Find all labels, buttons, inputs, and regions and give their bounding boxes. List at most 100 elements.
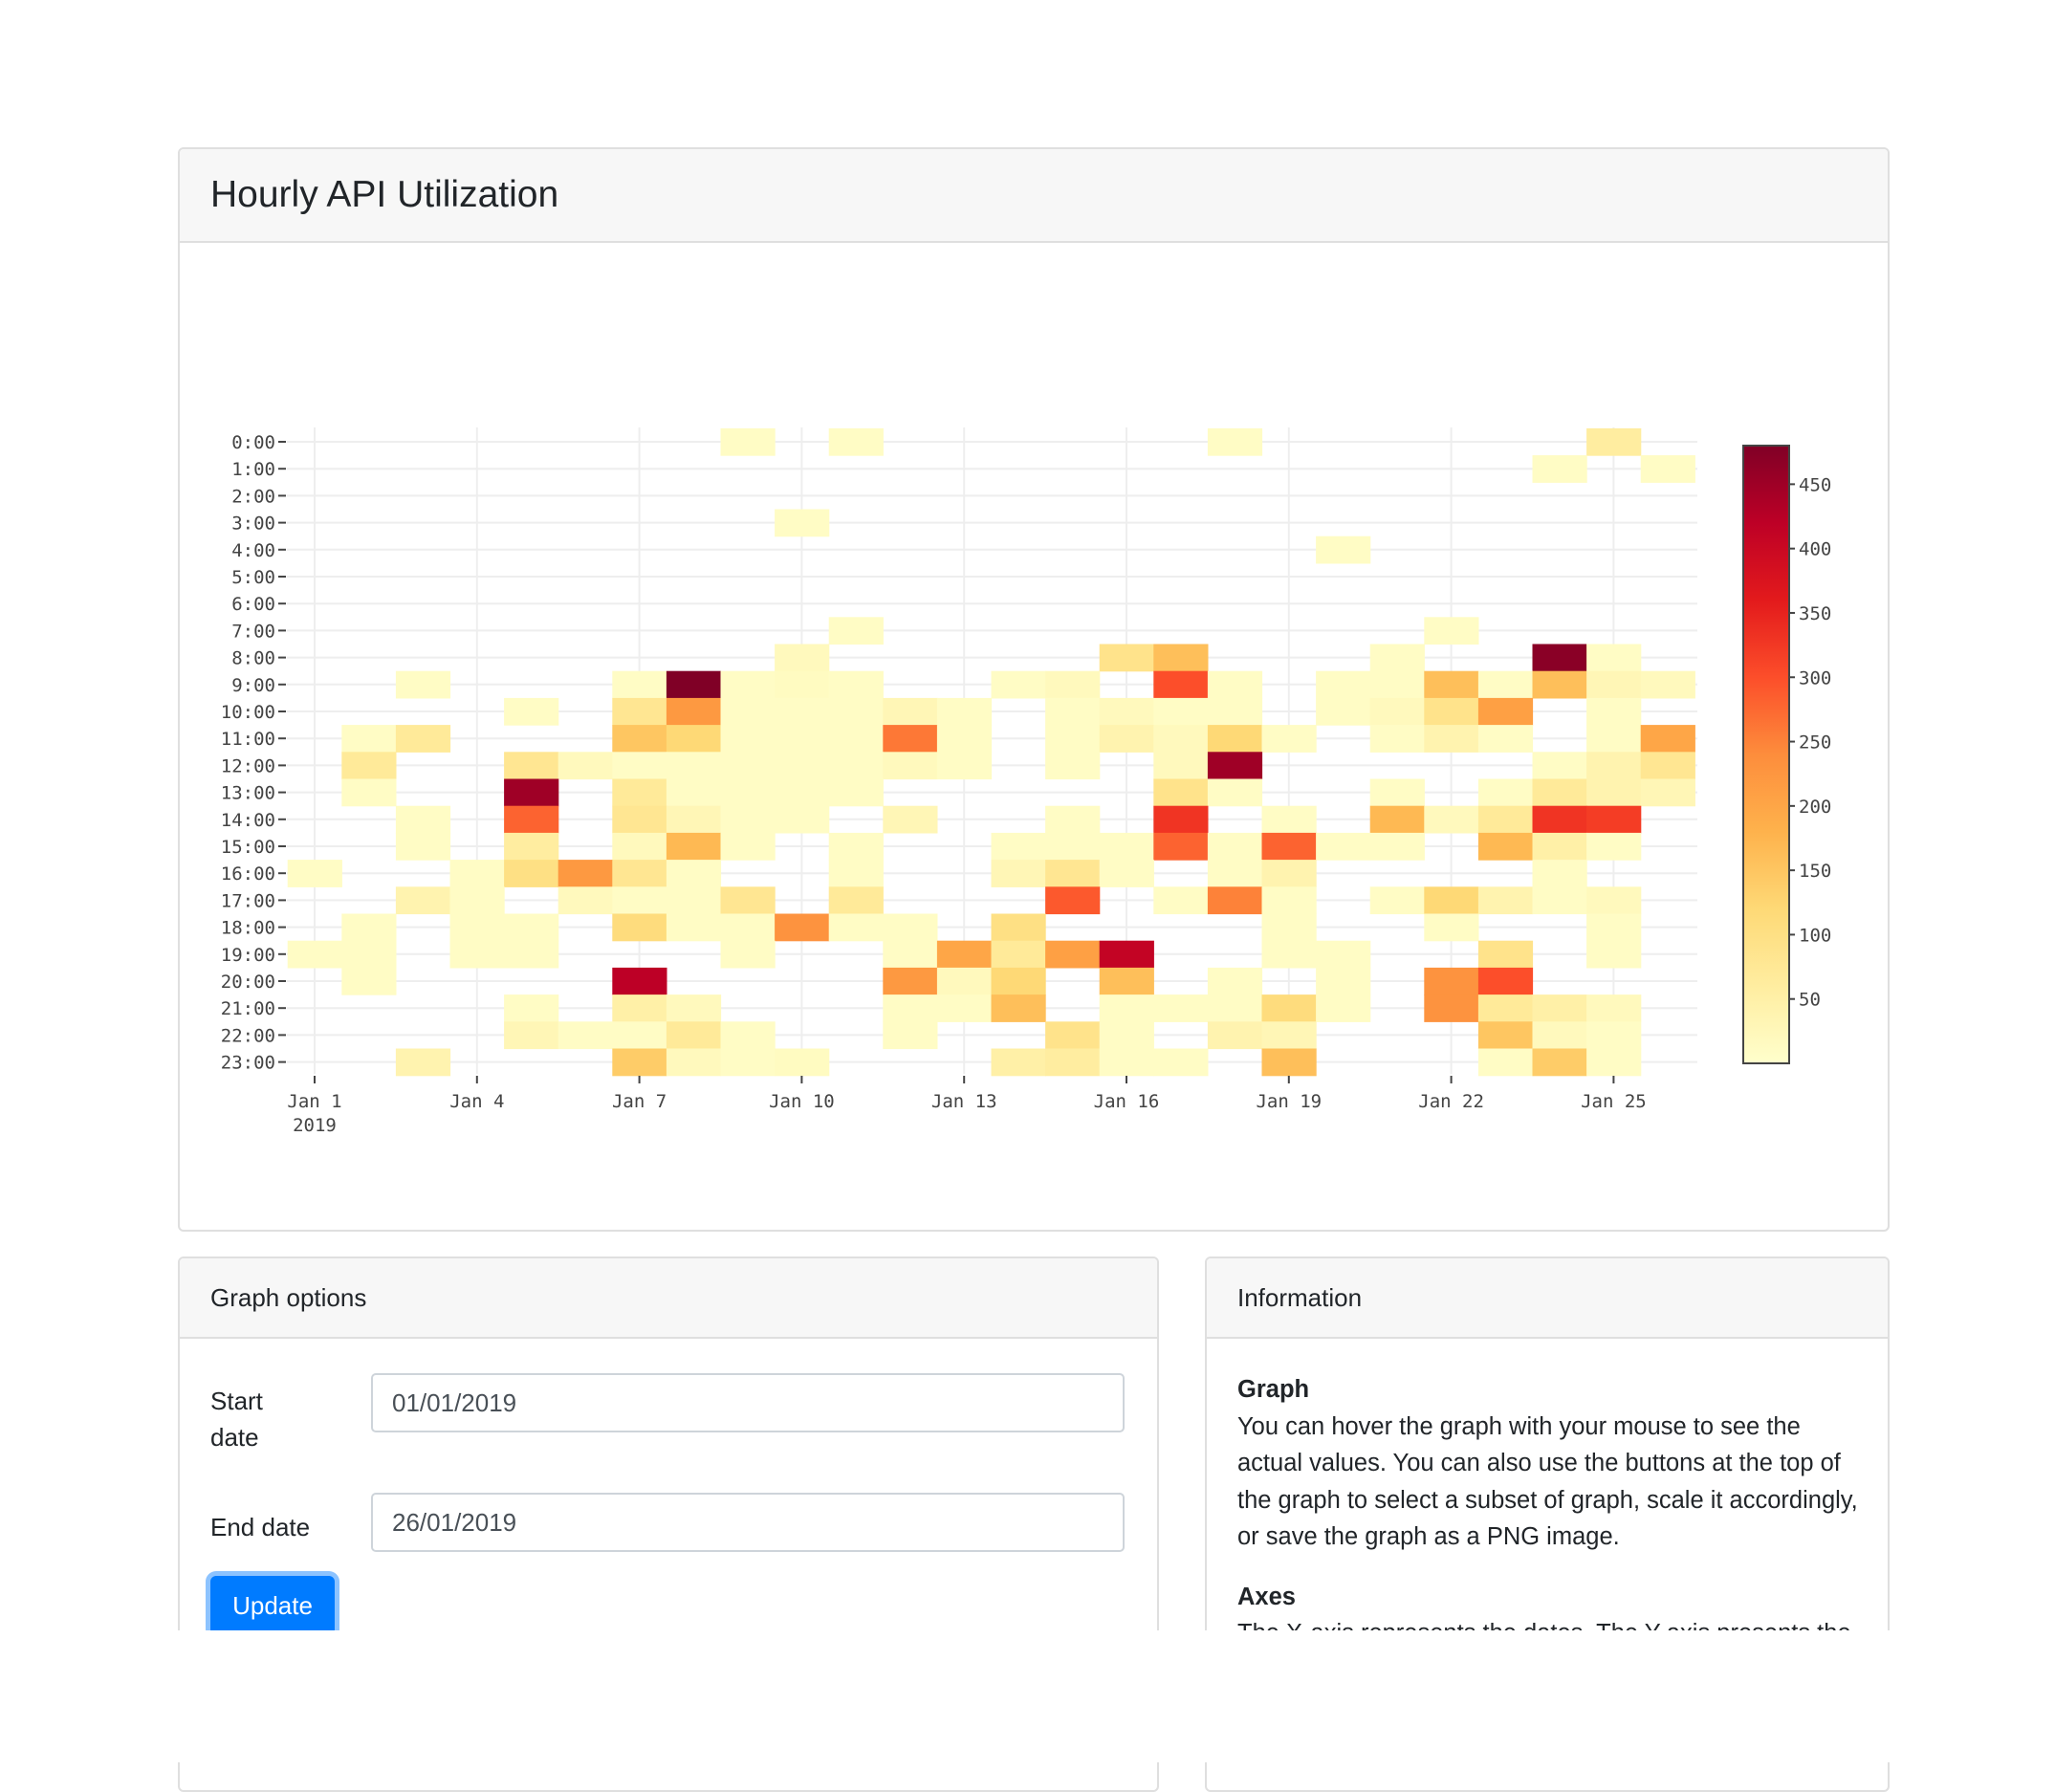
heatmap-cell <box>1261 886 1317 915</box>
heatmap-cell <box>1586 1048 1642 1077</box>
y-tick-label: 17:00 <box>221 890 275 911</box>
heatmap-cell <box>1369 832 1425 861</box>
heatmap-cell <box>828 860 884 887</box>
heatmap-cell <box>1099 725 1154 753</box>
end-date-input[interactable]: 26/01/2019 <box>371 1493 1125 1552</box>
heatmap-cell <box>1207 994 1263 1022</box>
heatmap-cell <box>666 778 722 807</box>
heatmap-cell <box>666 913 722 942</box>
heatmap-cell <box>936 994 993 1022</box>
heatmap-cell <box>1153 994 1209 1022</box>
heatmap-cell <box>991 940 1046 969</box>
heatmap-cell <box>1369 697 1425 726</box>
y-tick-label: 19:00 <box>221 945 275 966</box>
heatmap-cell <box>1045 886 1101 915</box>
heatmap-cell <box>828 670 884 699</box>
heatmap-cell <box>1045 670 1101 699</box>
heatmap-cell <box>1153 752 1209 780</box>
heatmap-cell <box>775 778 830 807</box>
heatmap-cell <box>1369 670 1425 699</box>
heatmap-cell <box>1153 697 1209 726</box>
heatmap-cell <box>449 860 505 887</box>
heatmap-cell <box>775 913 830 942</box>
heatmap-cell <box>828 725 884 753</box>
heatmap-cell <box>612 1021 667 1050</box>
graph-options-header: Graph options <box>180 1258 1157 1339</box>
heatmap-cell <box>504 940 559 969</box>
heatmap-cell <box>775 697 830 726</box>
colorbar <box>1742 445 1790 1064</box>
x-tick-label: Jan 7 <box>612 1091 667 1112</box>
start-date-input[interactable]: 01/01/2019 <box>371 1373 1125 1432</box>
heatmap-cell <box>612 967 667 995</box>
heatmap-cell <box>1532 994 1587 1022</box>
heatmap-cell <box>666 860 722 887</box>
heatmap-cell <box>1532 805 1587 834</box>
heatmap-cell <box>1316 994 1371 1022</box>
heatmap-cell <box>341 778 397 807</box>
heatmap-cell <box>504 752 559 780</box>
graph-heading: Graph <box>1237 1376 1310 1403</box>
heatmap-cell <box>666 725 722 753</box>
heatmap-cell <box>720 886 776 915</box>
y-tick-label: 20:00 <box>221 972 275 993</box>
y-tick-label: 15:00 <box>221 837 275 858</box>
y-tick-label: 5:00 <box>231 567 275 588</box>
heatmap-cell <box>1099 994 1154 1022</box>
heatmap-cell <box>1532 778 1587 807</box>
y-tick-label: 4:00 <box>231 540 275 561</box>
heatmap-cell <box>1477 805 1534 834</box>
heatmap-cell <box>1207 697 1263 726</box>
heatmap-cell <box>612 752 667 780</box>
heatmap-cell <box>1640 670 1695 699</box>
heatmap-cell <box>395 805 451 834</box>
y-tick-label: 14:00 <box>221 810 275 831</box>
heatmap-cell <box>1640 455 1695 483</box>
heatmap-cell <box>287 860 342 887</box>
graph-description: You can hover the graph with your mouse … <box>1237 1412 1858 1551</box>
heatmap-cell <box>1424 913 1479 942</box>
heatmap-cell <box>1045 1048 1101 1077</box>
heatmap-cell <box>936 967 993 995</box>
heatmap-cell <box>991 832 1046 861</box>
heatmap-cell <box>1207 752 1263 780</box>
heatmap-cell <box>1532 886 1587 915</box>
heatmap-cell <box>666 1021 722 1050</box>
heatmap-cell <box>1586 752 1642 780</box>
heatmap-cell <box>1153 886 1209 915</box>
heatmap-cell <box>883 994 938 1022</box>
heatmap-cell <box>504 860 559 887</box>
heatmap-cell <box>720 752 776 780</box>
y-tick-label: 13:00 <box>221 783 275 804</box>
heatmap-cell <box>1099 1021 1154 1050</box>
heatmap-cell <box>720 725 776 753</box>
heatmap-cell <box>1261 725 1317 753</box>
heatmap-cell <box>395 886 451 915</box>
heatmap-cell <box>883 1021 938 1050</box>
heatmap-cell <box>883 752 938 780</box>
heatmap-cell <box>883 940 938 969</box>
heatmap-cell <box>504 832 559 861</box>
heatmap-cell <box>287 940 342 969</box>
heatmap-cell <box>1424 725 1479 753</box>
heatmap-cell <box>1477 886 1534 915</box>
heatmap-cell <box>395 1048 451 1077</box>
heatmap-cell <box>1586 886 1642 915</box>
heatmap-cell <box>1207 427 1263 456</box>
heatmap-cell <box>1153 805 1209 834</box>
heatmap-cell <box>936 752 993 780</box>
heatmap-cell <box>666 697 722 726</box>
heatmap-cell <box>1532 670 1587 699</box>
heatmap-cell <box>1586 644 1642 672</box>
heatmap-cell <box>1153 644 1209 672</box>
heatmap-cell <box>1261 1048 1317 1077</box>
heatmap-cell <box>1316 940 1371 969</box>
x-tick-sublabel: 2019 <box>293 1115 337 1136</box>
heatmap-cell <box>720 778 776 807</box>
heatmap-cell <box>666 886 722 915</box>
heatmap-cell <box>1424 670 1479 699</box>
heatmap-cell <box>1153 832 1209 861</box>
heatmap-cell <box>1099 1048 1154 1077</box>
heatmap-cell <box>991 670 1046 699</box>
update-button[interactable]: Update <box>210 1576 335 1635</box>
